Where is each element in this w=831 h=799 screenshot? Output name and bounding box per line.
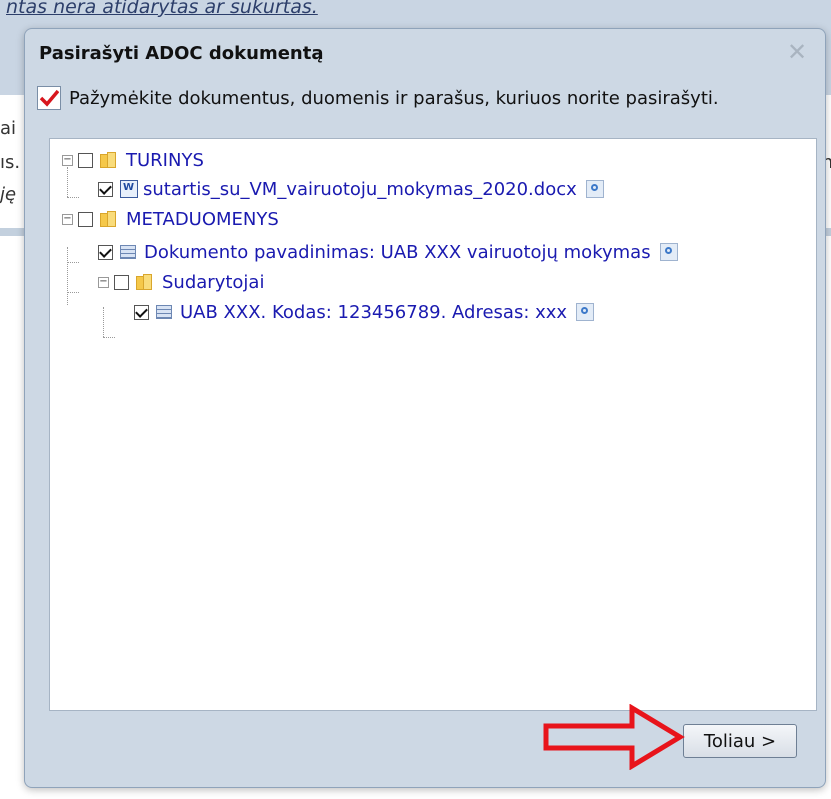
preview-icon[interactable] [659,243,678,261]
word-document-icon: W [120,180,138,198]
tree-node-turinys[interactable]: − TURINYS [62,148,204,172]
tree-node-label[interactable]: UAB XXX. Kodas: 123456789. Adresas: xxx [180,302,567,323]
folder-icon [100,211,118,227]
tree-node-metaduomenys[interactable]: − METADUOMENYS [62,207,279,231]
metadata-icon [156,305,172,319]
folder-icon [100,152,118,168]
dialog-title: Pasirašyti ADOC dokumentą [39,43,324,64]
next-button[interactable]: Toliau > [683,724,797,758]
background-fragment: ıs. [0,152,21,173]
preview-icon[interactable] [585,180,604,198]
tree-node-metadata[interactable]: Dokumento pavadinimas: UAB XXX vairuotoj… [98,240,678,264]
tree-node-label[interactable]: sutartis_su_VM_vairuotoju_mokymas_2020.d… [143,179,577,200]
tree-node-label[interactable]: TURINYS [126,150,204,171]
preview-icon[interactable] [576,303,595,321]
document-tree: − TURINYS W sutartis_su_VM_vairuotoju_mo… [49,138,817,711]
checkmark-icon [37,86,61,110]
tree-node-document[interactable]: W sutartis_su_VM_vairuotoju_mokymas_2020… [98,177,604,201]
tree-node-checkbox[interactable] [98,244,113,260]
folder-icon [136,274,154,290]
tree-node-checkbox[interactable] [98,181,113,197]
background-banner-text: ntas nera atidarytas ar sukurtas. [6,0,318,18]
collapse-icon[interactable]: − [98,276,109,288]
metadata-icon [120,245,136,259]
sign-adoc-dialog: Pasirašyti ADOC dokumentą ✕ Pažymėkite d… [24,28,826,788]
tree-node-sudarytojai[interactable]: − Sudarytojai [98,270,264,294]
tree-node-metadata[interactable]: UAB XXX. Kodas: 123456789. Adresas: xxx [134,300,595,324]
tree-node-checkbox[interactable] [78,211,93,227]
tree-node-label[interactable]: METADUOMENYS [126,209,279,230]
collapse-icon[interactable]: − [62,154,73,166]
annotation-arrow-icon [543,704,685,770]
tree-node-label[interactable]: Dokumento pavadinimas: UAB XXX vairuotoj… [144,242,651,263]
close-icon[interactable]: ✕ [785,40,809,65]
background-fragment: ję [0,184,17,205]
tree-node-checkbox[interactable] [134,304,149,320]
collapse-icon[interactable]: − [62,213,73,225]
tree-node-checkbox[interactable] [78,152,93,168]
tree-node-label[interactable]: Sudarytojai [162,272,264,293]
instruction-text: Pažymėkite dokumentus, duomenis ir paraš… [69,87,719,109]
tree-node-checkbox[interactable] [114,274,129,290]
instruction-row: Pažymėkite dokumentus, duomenis ir paraš… [37,81,813,115]
dialog-titlebar[interactable]: Pasirašyti ADOC dokumentą ✕ [25,29,825,75]
background-fragment: ai [0,118,17,139]
